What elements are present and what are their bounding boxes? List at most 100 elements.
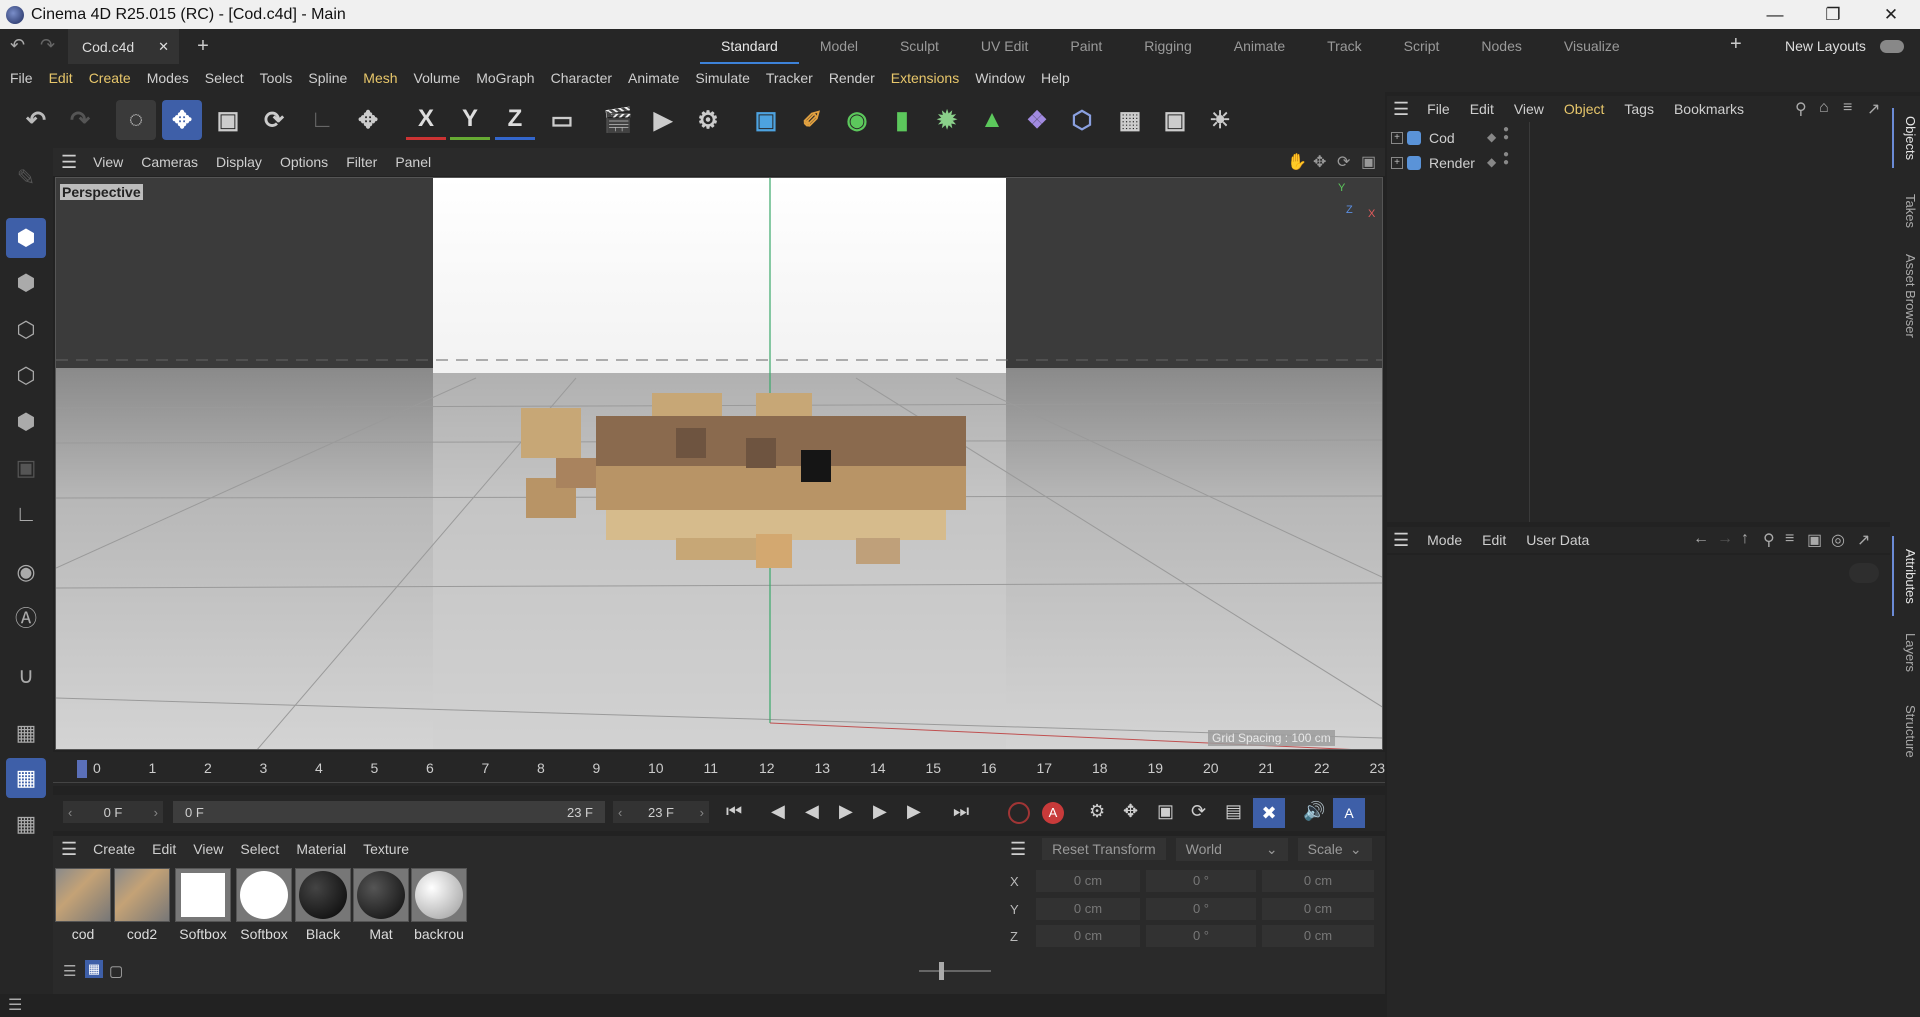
grid-snap-icon[interactable]: ▦	[6, 713, 46, 753]
material-swatch[interactable]: Black	[295, 868, 351, 942]
orbit-icon[interactable]: ⟳	[1337, 152, 1350, 172]
z-axis-lock[interactable]: Z	[495, 100, 535, 140]
side-tab-takes[interactable]: Takes	[1892, 186, 1918, 236]
frame-increment-icon[interactable]: ›	[154, 805, 158, 820]
workplane-snap-icon[interactable]: ▦	[6, 758, 46, 798]
attr-menu-mode[interactable]: Mode	[1427, 532, 1462, 548]
sound-icon[interactable]: 🔊	[1303, 801, 1325, 822]
viewport-menu-cameras[interactable]: Cameras	[141, 154, 198, 170]
menu-simulate[interactable]: Simulate	[695, 70, 749, 86]
key-param-icon[interactable]: ▤	[1225, 801, 1242, 822]
layout-tab-standard[interactable]: Standard	[700, 29, 799, 64]
render-view-icon[interactable]: ▶	[643, 100, 683, 140]
render-region-icon[interactable]: 🎬	[598, 100, 638, 140]
menu-file[interactable]: File	[10, 70, 33, 86]
zoom-slider[interactable]	[919, 970, 991, 972]
minimize-button[interactable]: —	[1746, 5, 1804, 25]
coordinate-system-icon[interactable]: ▭	[542, 100, 582, 140]
end-increment-icon[interactable]: ›	[700, 805, 704, 820]
scale-tool-icon[interactable]: ▣	[208, 100, 248, 140]
undo-icon[interactable]: ↶	[10, 35, 25, 56]
side-tab-objects[interactable]: Objects	[1892, 108, 1918, 168]
layout-tab-track[interactable]: Track	[1306, 29, 1382, 64]
side-tab-attributes[interactable]: Attributes	[1892, 536, 1918, 616]
rotation-z-field[interactable]: 0 °	[1146, 925, 1256, 947]
coordinates-hamburger-icon[interactable]: ☰	[1010, 839, 1026, 860]
material-swatch[interactable]: cod2	[114, 868, 170, 942]
material-swatch[interactable]: Softbox	[236, 868, 292, 942]
object-menu-tags[interactable]: Tags	[1624, 101, 1654, 117]
layout-tab-rigging[interactable]: Rigging	[1123, 29, 1212, 64]
material-menu-texture[interactable]: Texture	[363, 841, 409, 857]
layout-tab-uv-edit[interactable]: UV Edit	[960, 29, 1049, 64]
rotation-x-field[interactable]: 0 °	[1146, 870, 1256, 892]
material-swatch[interactable]: Mat	[353, 868, 409, 942]
material-swatch[interactable]: backrou	[411, 868, 467, 942]
go-to-end-icon[interactable]: ⏭	[953, 801, 969, 822]
restore-button[interactable]: ❐	[1804, 5, 1862, 25]
attribute-hamburger-icon[interactable]: ☰	[1393, 530, 1409, 551]
layout-tab-visualize[interactable]: Visualize	[1543, 29, 1641, 64]
side-tab-layers[interactable]: Layers	[1892, 628, 1918, 678]
previous-frame-icon[interactable]: ◀	[805, 801, 819, 822]
pan-icon[interactable]: ✋	[1287, 152, 1307, 172]
large-view-icon[interactable]: ▢	[109, 962, 123, 980]
floor-icon[interactable]: ▦	[1110, 100, 1150, 140]
play-icon[interactable]: ▶	[839, 801, 853, 822]
3d-viewport[interactable]: Perspective Y Z X Grid Spacing : 100 cm	[55, 177, 1383, 750]
filter-icon[interactable]: ≡	[1785, 530, 1794, 548]
field-icon[interactable]: ⬡	[1062, 100, 1102, 140]
scale-mode-select[interactable]: Scale ⌄	[1297, 837, 1372, 861]
autokey-icon[interactable]: A	[1042, 802, 1064, 824]
close-tab-icon[interactable]: ✕	[158, 39, 169, 55]
model-mode-icon[interactable]: ⬢	[6, 218, 46, 258]
transform-tool-icon[interactable]: ✥	[348, 100, 388, 140]
magnet-snap-icon[interactable]: ∪	[6, 656, 46, 696]
layout-tab-model[interactable]: Model	[799, 29, 879, 64]
material-hamburger-icon[interactable]: ☰	[61, 839, 77, 860]
attribute-toggle[interactable]	[1849, 563, 1879, 583]
make-editable-icon[interactable]: ✎	[6, 158, 46, 198]
status-hamburger-icon[interactable]: ☰	[8, 995, 22, 1015]
live-selection-icon[interactable]: ◌	[116, 100, 156, 140]
previous-key-icon[interactable]: ◀	[771, 801, 785, 822]
search-icon[interactable]: ⚲	[1795, 99, 1807, 119]
redo-icon[interactable]: ↷	[40, 35, 55, 56]
new-tab-icon[interactable]: +	[197, 35, 209, 58]
deformer-icon[interactable]: ❖	[1017, 100, 1057, 140]
polygon-mode-icon[interactable]: ⬢	[6, 402, 46, 442]
object-hamburger-icon[interactable]: ☰	[1393, 99, 1409, 120]
timeline-ruler[interactable]: 0 1 2 3 4 5 6 7 8 9 10 11 12 13 14 15 16 17 18 19 20 21 22 23	[53, 752, 1385, 786]
next-frame-icon[interactable]: ▶	[873, 801, 887, 822]
menu-help[interactable]: Help	[1041, 70, 1070, 86]
side-tab-asset-browser[interactable]: Asset Browser	[1892, 246, 1918, 346]
material-swatch[interactable]: Softbox	[175, 868, 231, 942]
layer-icon[interactable]: ◆	[1487, 130, 1496, 144]
target-icon[interactable]: ◎	[1831, 530, 1845, 550]
material-swatch[interactable]: cod	[55, 868, 111, 942]
dolly-icon[interactable]: ✥	[1313, 152, 1326, 172]
extrude-generator-icon[interactable]: ▮	[882, 100, 922, 140]
layout-tab-nodes[interactable]: Nodes	[1460, 29, 1542, 64]
mograph-icon[interactable]: ▲	[972, 100, 1012, 140]
menu-mesh[interactable]: Mesh	[363, 70, 397, 86]
menu-render[interactable]: Render	[829, 70, 875, 86]
layout-tab-paint[interactable]: Paint	[1049, 29, 1123, 64]
viewport-menu-filter[interactable]: Filter	[346, 154, 377, 170]
grid-view-icon[interactable]: ▦	[85, 960, 103, 978]
zoom-slider-handle[interactable]	[939, 962, 944, 980]
end-decrement-icon[interactable]: ‹	[618, 805, 622, 820]
layout-tab-sculpt[interactable]: Sculpt	[879, 29, 960, 64]
material-menu-view[interactable]: View	[193, 841, 223, 857]
search-icon[interactable]: ⚲	[1763, 530, 1775, 550]
visibility-dots-icon[interactable]: ● ●	[1503, 125, 1509, 143]
lock-icon[interactable]: ▣	[1807, 530, 1822, 550]
key-rotation-icon[interactable]: ⟳	[1191, 801, 1206, 822]
layout-toggle[interactable]	[1880, 40, 1904, 53]
attr-menu-edit[interactable]: Edit	[1482, 532, 1506, 548]
layout-tab-animate[interactable]: Animate	[1213, 29, 1306, 64]
scale-x-field[interactable]: 0 cm	[1262, 870, 1374, 892]
new-window-icon[interactable]: ↗	[1867, 99, 1880, 119]
expand-icon[interactable]: +	[1391, 157, 1403, 169]
playhead[interactable]	[77, 760, 87, 778]
